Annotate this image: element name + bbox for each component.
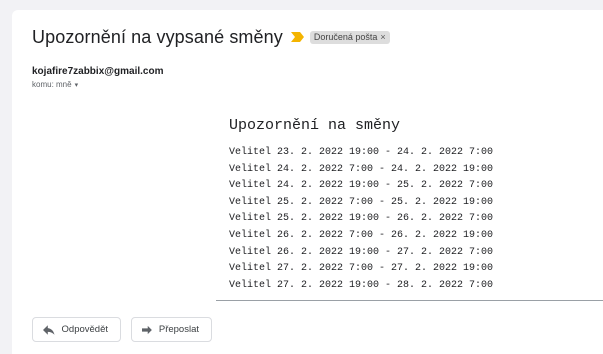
shift-item: Velitel 23. 2. 2022 19:00 - 24. 2. 2022 … <box>229 147 494 158</box>
label-chip-text: Doručená pošta <box>313 31 378 42</box>
shift-item: Velitel 25. 2. 2022 7:00 - 25. 2. 2022 1… <box>229 196 494 208</box>
subject-row: Upozornění na vypsané směny Doručená poš… <box>32 26 390 48</box>
shift-list: Velitel 23. 2. 2022 19:00 - 24. 2. 2022 … <box>229 145 493 294</box>
shift-item: Velitel 25. 2. 2022 19:00 - 26. 2. 2022 … <box>229 213 494 225</box>
reply-button[interactable]: Odpovědět <box>32 317 121 342</box>
recipient-details-dropdown-icon[interactable]: ▾ <box>75 81 79 89</box>
action-bar: Odpovědět Přeposlat <box>32 317 212 342</box>
shift-item: Velitel 24. 2. 2022 19:00 - 25. 2. 2022 … <box>229 180 494 192</box>
forward-icon <box>142 325 152 334</box>
reply-icon <box>43 324 55 335</box>
recipient-text: komu: mně <box>32 80 72 89</box>
forward-label: Přeposlat <box>158 324 199 335</box>
forward-button[interactable]: Přeposlat <box>131 317 212 342</box>
email-subject: Upozornění na vypsané směny <box>32 26 283 47</box>
recipient-line: komu: mně ▾ <box>32 80 78 89</box>
body-title: Upozornění na směny <box>229 117 401 134</box>
email-body: Upozornění na směny Velitel 23. 2. 2022 … <box>216 108 603 301</box>
importance-marker-icon[interactable] <box>290 32 304 42</box>
inbox-label-chip[interactable]: Doručená pošta × <box>309 30 390 44</box>
sender-address: kojafire7zabbix@gmail.com <box>32 66 164 77</box>
shift-item: Velitel 24. 2. 2022 7:00 - 24. 2. 2022 1… <box>229 163 494 175</box>
reply-label: Odpovědět <box>61 324 108 335</box>
shift-item: Velitel 26. 2. 2022 19:00 - 27. 2. 2022 … <box>229 246 494 258</box>
shift-item: Velitel 27. 2. 2022 7:00 - 27. 2. 2022 1… <box>229 263 494 275</box>
shift-item: Velitel 27. 2. 2022 19:00 - 28. 2. 2022 … <box>229 279 494 291</box>
shift-item: Velitel 26. 2. 2022 7:00 - 26. 2. 2022 1… <box>229 229 494 241</box>
email-card: Upozornění na vypsané směny Doručená poš… <box>12 10 603 354</box>
remove-label-icon[interactable]: × <box>380 32 385 42</box>
